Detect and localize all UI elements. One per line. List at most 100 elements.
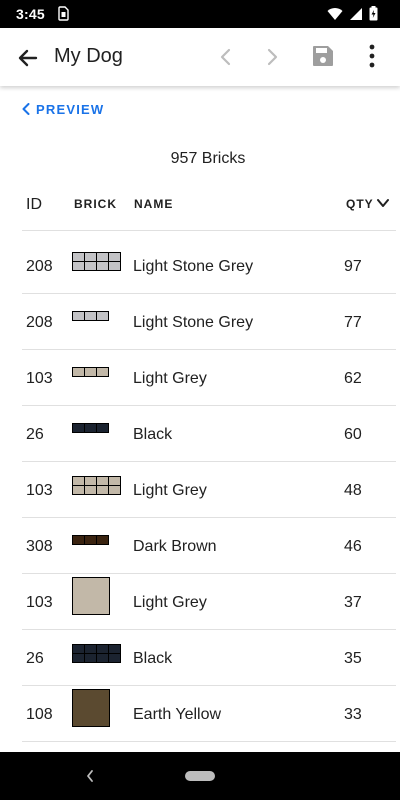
battery-icon	[369, 6, 378, 21]
brick-count: 957 Bricks	[170, 150, 246, 167]
wifi-icon	[327, 7, 343, 20]
table-row[interactable]: 26 Black 60	[22, 406, 396, 462]
brick-stud	[73, 253, 84, 261]
table-row[interactable]: 103 Light Grey 37	[22, 574, 396, 630]
header-name[interactable]: NAME	[134, 197, 173, 211]
brick-stud	[109, 253, 120, 261]
brick-swatch	[72, 367, 109, 377]
brick-swatch	[72, 644, 121, 663]
brick-stud	[97, 312, 108, 320]
brick-stud	[85, 262, 96, 270]
brick-stud	[73, 477, 84, 485]
nav-home-pill[interactable]	[185, 771, 215, 781]
row-name: Earth Yellow	[133, 706, 222, 723]
row-qty: 97	[344, 258, 362, 275]
row-id: 208	[26, 258, 53, 275]
row-qty: 35	[344, 650, 362, 667]
brick-stud	[97, 368, 108, 376]
brick-stud	[85, 486, 96, 494]
row-qty: 62	[344, 370, 362, 387]
brick-swatch-fill	[72, 689, 110, 727]
row-qty: 48	[344, 482, 362, 499]
brick-stud	[73, 368, 84, 376]
previous-icon[interactable]	[213, 44, 239, 70]
brick-stud	[85, 477, 96, 485]
back-arrow-icon[interactable]	[14, 44, 42, 72]
row-qty: 33	[344, 706, 362, 723]
status-bar: 3:45	[0, 0, 400, 28]
brick-stud	[85, 536, 96, 544]
brick-stud	[97, 253, 108, 261]
sort-descending-icon[interactable]	[376, 196, 390, 210]
brick-stud	[109, 645, 120, 653]
table-row[interactable]: 308 Dark Brown 46	[22, 518, 396, 574]
table-row[interactable]: 26 Black 35	[22, 630, 396, 686]
brick-stud	[73, 424, 84, 432]
row-name: Light Grey	[133, 482, 207, 499]
brick-swatch	[72, 689, 110, 727]
next-icon[interactable]	[259, 44, 285, 70]
table-header: ID BRICK NAME QTY	[0, 190, 400, 230]
brick-swatch	[72, 311, 109, 321]
row-name: Light Stone Grey	[133, 258, 254, 275]
row-id: 108	[26, 706, 53, 723]
brick-stud	[97, 536, 108, 544]
row-name: Light Grey	[133, 594, 207, 611]
row-name: Dark Brown	[133, 538, 217, 555]
chevron-left-icon	[22, 103, 30, 115]
row-qty: 46	[344, 538, 362, 555]
row-qty: 77	[344, 314, 362, 331]
table-row[interactable]: 103 Light Grey 62	[22, 350, 396, 406]
row-id: 208	[26, 314, 53, 331]
page-title: My Dog	[54, 45, 123, 67]
brick-stud	[85, 424, 96, 432]
row-id: 103	[26, 370, 53, 387]
table-row[interactable]: 108 Earth Yellow 33	[22, 686, 396, 742]
brick-stud	[97, 654, 108, 662]
row-name: Black	[133, 426, 173, 443]
sim-icon	[58, 6, 69, 21]
brick-stud	[97, 477, 108, 485]
header-divider	[22, 230, 396, 231]
row-id: 103	[26, 482, 53, 499]
brick-list: 208 Light Stone Grey 97 208 Light Stone …	[0, 238, 400, 742]
brick-stud	[73, 645, 84, 653]
brick-swatch	[72, 423, 109, 433]
brick-swatch	[72, 535, 109, 545]
row-name: Light Grey	[133, 370, 207, 387]
row-id: 308	[26, 538, 53, 555]
preview-link[interactable]: PREVIEW	[22, 100, 104, 118]
brick-swatch	[72, 476, 121, 495]
table-row[interactable]: 103 Light Grey 48	[22, 462, 396, 518]
row-id: 103	[26, 594, 53, 611]
brick-swatch-fill	[72, 577, 110, 615]
header-qty[interactable]: QTY	[346, 197, 374, 211]
table-row[interactable]: 208 Light Stone Grey 77	[22, 294, 396, 350]
brick-stud	[97, 486, 108, 494]
brick-swatch	[72, 252, 121, 271]
header-id[interactable]: ID	[26, 196, 42, 214]
brick-stud	[109, 477, 120, 485]
header-brick[interactable]: BRICK	[74, 197, 117, 211]
row-id: 26	[26, 426, 44, 443]
row-qty: 37	[344, 594, 362, 611]
brick-stud	[73, 312, 84, 320]
brick-stud	[85, 645, 96, 653]
system-nav-bar	[0, 752, 400, 800]
brick-stud	[97, 424, 108, 432]
brick-stud	[85, 253, 96, 261]
brick-stud	[73, 262, 84, 270]
table-row[interactable]: 208 Light Stone Grey 97	[22, 238, 396, 294]
brick-stud	[73, 486, 84, 494]
brick-stud	[73, 654, 84, 662]
brick-stud	[97, 645, 108, 653]
signal-icon	[350, 7, 362, 20]
nav-back-icon[interactable]	[84, 768, 96, 784]
save-icon[interactable]	[309, 42, 337, 70]
brick-stud	[109, 486, 120, 494]
row-name: Light Stone Grey	[133, 314, 254, 331]
brick-stud	[97, 262, 108, 270]
row-id: 26	[26, 650, 44, 667]
more-vert-icon[interactable]	[360, 42, 384, 70]
row-qty: 60	[344, 426, 362, 443]
